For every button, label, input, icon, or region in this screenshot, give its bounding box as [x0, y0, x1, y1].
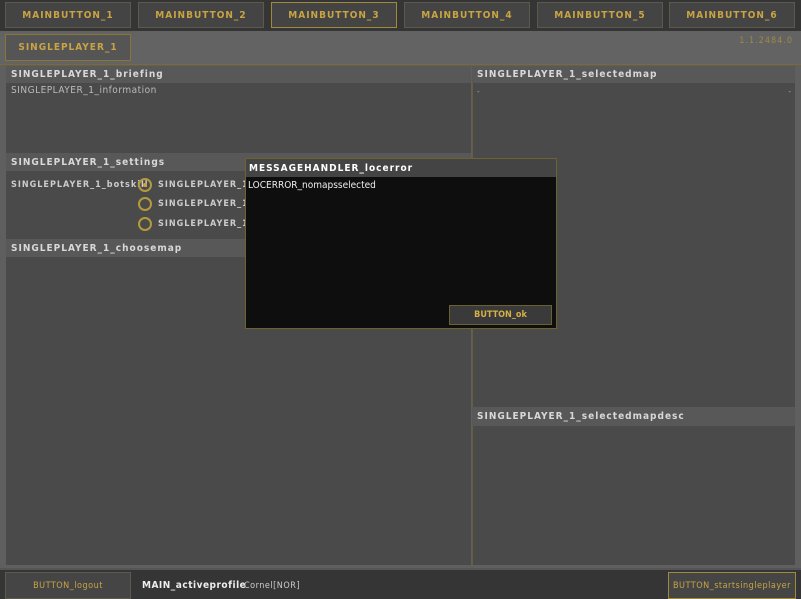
singleplayer-tab[interactable]: SINGLEPLAYER_1: [5, 34, 131, 61]
botskill-option-medium[interactable]: SINGLEPLAYER_1_m: [158, 199, 248, 209]
briefing-panel: SINGLEPLAYER_1_information: [6, 83, 471, 153]
main-button-5[interactable]: MAINBUTTON_5: [537, 2, 663, 28]
selectedmapdesc-header: SINGLEPLAYER_1_selectedmapdesc: [472, 407, 795, 426]
dialog-message: LOCERROR_nomapsselected: [248, 180, 376, 191]
error-dialog: MESSAGEHANDLER_locerror LOCERROR_nomapss…: [245, 158, 557, 329]
briefing-information: SINGLEPLAYER_1_information: [11, 85, 157, 96]
main-button-6[interactable]: MAINBUTTON_6: [669, 2, 795, 28]
main-nav-bar: MAINBUTTON_1 MAINBUTTON_2 MAINBUTTON_3 M…: [0, 0, 801, 31]
logout-button[interactable]: BUTTON_logout: [5, 572, 131, 599]
selectedmap-header: SINGLEPLAYER_1_selectedmap: [472, 66, 795, 83]
botskill-radio-easy[interactable]: [138, 178, 152, 192]
botskill-radio-hard[interactable]: [138, 217, 152, 231]
botskill-radio-medium[interactable]: [138, 197, 152, 211]
botskill-option-easy[interactable]: SINGLEPLAYER_1_e: [158, 180, 248, 190]
main-button-3[interactable]: MAINBUTTON_3: [271, 2, 397, 28]
dialog-title: MESSAGEHANDLER_locerror: [246, 159, 556, 177]
selectedmapdesc-panel: [472, 426, 795, 565]
selectedmap-mark-left: -: [477, 87, 480, 96]
main-button-2[interactable]: MAINBUTTON_2: [138, 2, 264, 28]
selectedmap-mark-right: -: [788, 87, 791, 96]
botskill-option-hard[interactable]: SINGLEPLAYER_1_h: [158, 219, 248, 229]
active-profile-label: MAIN_activeprofile: [142, 580, 247, 591]
active-profile-value: Cornel[NOR]: [244, 581, 301, 591]
main-button-1[interactable]: MAINBUTTON_1: [5, 2, 131, 28]
briefing-header: SINGLEPLAYER_1_briefing: [6, 66, 471, 83]
start-singleplayer-button[interactable]: BUTTON_startsingleplayer: [668, 572, 796, 599]
ok-button[interactable]: BUTTON_ok: [449, 305, 552, 325]
main-button-4[interactable]: MAINBUTTON_4: [404, 2, 530, 28]
version-label: 1.1.2484.0: [739, 36, 793, 46]
botskill-label: SINGLEPLAYER_1_botskill: [11, 180, 149, 190]
